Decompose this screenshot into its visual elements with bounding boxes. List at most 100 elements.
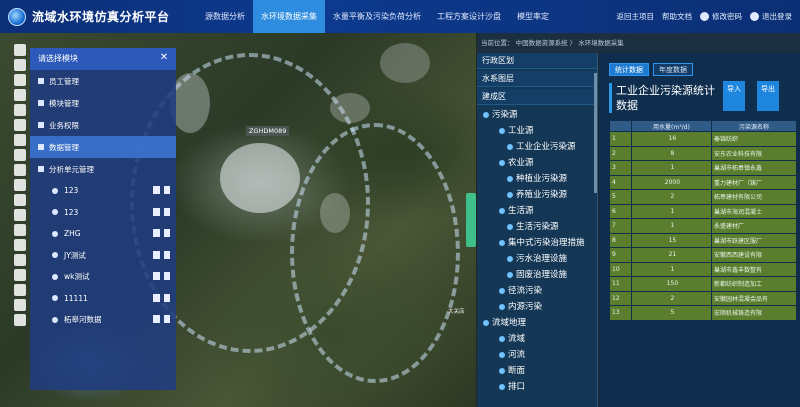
grid-tool-icon[interactable] [14,194,26,206]
table-row[interactable]: 12 2 安徽园林混凝会品有 [609,290,798,306]
list-item[interactable]: ZHG [30,223,176,245]
table-row[interactable]: 8 15 巢湖市跃建区服厂 [609,232,798,248]
layer-tool-icon[interactable] [14,44,26,56]
settings-tool-icon[interactable] [14,254,26,266]
table-row[interactable]: 9 21 安徽西西建设有限 [609,247,798,263]
layers-toggle-icon[interactable] [14,299,26,311]
nav-source-data-analysis[interactable]: 源数据分析 [197,0,253,33]
sample-tool-icon[interactable] [14,134,26,146]
edit-icon[interactable] [153,272,160,280]
table-row[interactable]: 5 2 柘皋建材有限公司 [609,189,798,205]
nav-engineering-sandbox[interactable]: 工程方案设计沙盘 [429,0,509,33]
help-doc-link[interactable]: 帮助文档 [662,11,692,22]
chart-tool-icon[interactable] [14,149,26,161]
info-tool-icon[interactable] [14,269,26,281]
marker-tool-icon[interactable] [14,59,26,71]
tree-node[interactable]: 工业企业污染源 [477,139,597,155]
home-tool-icon[interactable] [14,284,26,296]
table-row[interactable]: 11 150 新都纺织制造加工 [609,276,798,292]
camera-tool-icon[interactable] [14,224,26,236]
table-row[interactable]: 2 8 安东农业科技有限 [609,145,798,161]
edit-icon[interactable] [153,207,160,216]
module-item-permissions[interactable]: 业务权限 [30,114,176,136]
list-item[interactable]: wk测试 [30,266,176,288]
tree-node[interactable]: 内源污染 [477,299,597,315]
collapse-icon[interactable]: ✕ [158,52,170,64]
change-password-button[interactable]: 修改密码 [700,11,742,22]
nav-water-balance-analysis[interactable]: 水量平衡及污染负荷分析 [325,0,429,33]
pin-tool-icon[interactable] [14,89,26,101]
tree-node[interactable]: 径流污染 [477,283,597,299]
tab-water-system[interactable]: 水系图层 [477,71,597,87]
table-row[interactable]: 4 2000 重力建材厂（铸厂 [609,174,798,190]
list-item[interactable]: 123 [30,180,176,202]
edit-icon[interactable] [153,186,160,194]
back-to-project-link[interactable]: 返回主项目 [617,11,655,22]
measure-tool-icon[interactable] [14,74,26,86]
tree-node[interactable]: 排口 [477,379,597,395]
tree-node[interactable]: 污染源 [477,107,597,123]
module-item-staff[interactable]: 员工管理 [30,70,176,92]
table-row[interactable]: 6 1 巢湖市海润混凝土 [609,203,798,219]
table-cell: 9 [609,247,632,263]
flag-tool-icon[interactable] [14,119,26,131]
scale-tool-icon[interactable] [14,239,26,251]
tree-node[interactable]: 河流 [477,347,597,363]
table-row[interactable]: 1 16 秦锦纺织 [609,131,798,147]
nav-model-calibration[interactable]: 模型率定 [509,0,557,33]
tree-node-label: 排口 [508,382,526,392]
edit-icon[interactable] [153,315,160,323]
tree-node[interactable]: 工业源 [477,123,597,139]
module-item-data[interactable]: 数据管理 [30,136,176,158]
trash-icon[interactable] [164,293,170,302]
tree-node[interactable]: 集中式污染治理措施 [477,235,597,251]
trash-icon[interactable] [164,315,170,323]
map-station-label[interactable]: ZGHDM089 [246,126,290,136]
tab-annual-data[interactable]: 年度数据 [653,63,693,76]
tree-node[interactable]: 流域 [477,331,597,347]
import-button[interactable]: 导入 [723,81,745,111]
logout-button[interactable]: 退出登录 [750,11,792,22]
filter-tool-icon[interactable] [14,164,26,176]
table-row[interactable]: 13 5 宏顺机械铸造有限 [609,305,798,321]
list-item[interactable]: 11111 [30,288,176,310]
shape-tool-icon[interactable] [14,179,26,191]
trash-icon[interactable] [164,207,170,216]
tree-node[interactable]: 种植业污染源 [477,171,597,187]
tree-node[interactable]: 污水治理设施 [477,251,597,267]
pan-tool-icon[interactable] [14,314,26,326]
tab-admin-division[interactable]: 行政区划 [477,53,597,69]
tree-node[interactable]: 养殖业污染源 [477,187,597,203]
tab-stat-data[interactable]: 统计数据 [609,63,649,76]
trash-icon[interactable] [164,250,170,259]
list-item[interactable]: 柘皋河数据 [30,309,176,331]
tree-node[interactable]: 农业源 [477,155,597,171]
panel-collapse-handle[interactable] [466,193,476,247]
tree-node[interactable]: 生活源 [477,203,597,219]
edit-icon[interactable] [153,229,160,237]
table-row[interactable]: 3 1 巢湖市柘皋镇永鑫 [609,160,798,176]
breadcrumb: 当前位置： 中国数据资源系统 〉 水环境数据采集 [477,33,800,53]
table-row[interactable]: 7 1 永盛建材厂 [609,218,798,234]
tree-node[interactable]: 固废治理设施 [477,267,597,283]
module-item-analysis-units[interactable]: 分析单元管理 [30,158,176,180]
tree-node[interactable]: 流域地理 [477,315,597,331]
tree-scrollbar[interactable] [594,73,597,193]
trash-icon[interactable] [164,186,170,194]
draw-tool-icon[interactable] [14,104,26,116]
tree-node[interactable]: 生活污染源 [477,219,597,235]
module-item-modules[interactable]: 模块管理 [30,92,176,114]
nav-water-data-collection[interactable]: 水环境数据采集 [253,0,325,33]
list-item[interactable]: 123 [30,202,176,224]
list-item[interactable]: JY测试 [30,245,176,267]
item-icon [52,316,58,323]
export-tool-icon[interactable] [14,209,26,221]
trash-icon[interactable] [164,272,170,280]
edit-icon[interactable] [153,250,160,259]
tab-built-area[interactable]: 建成区 [477,89,597,105]
edit-icon[interactable] [153,293,160,302]
export-button[interactable]: 导出 [757,81,779,111]
table-row[interactable]: 10 1 巢湖市鑫丰数整有 [609,261,798,277]
trash-icon[interactable] [164,229,170,237]
tree-node[interactable]: 断面 [477,363,597,379]
